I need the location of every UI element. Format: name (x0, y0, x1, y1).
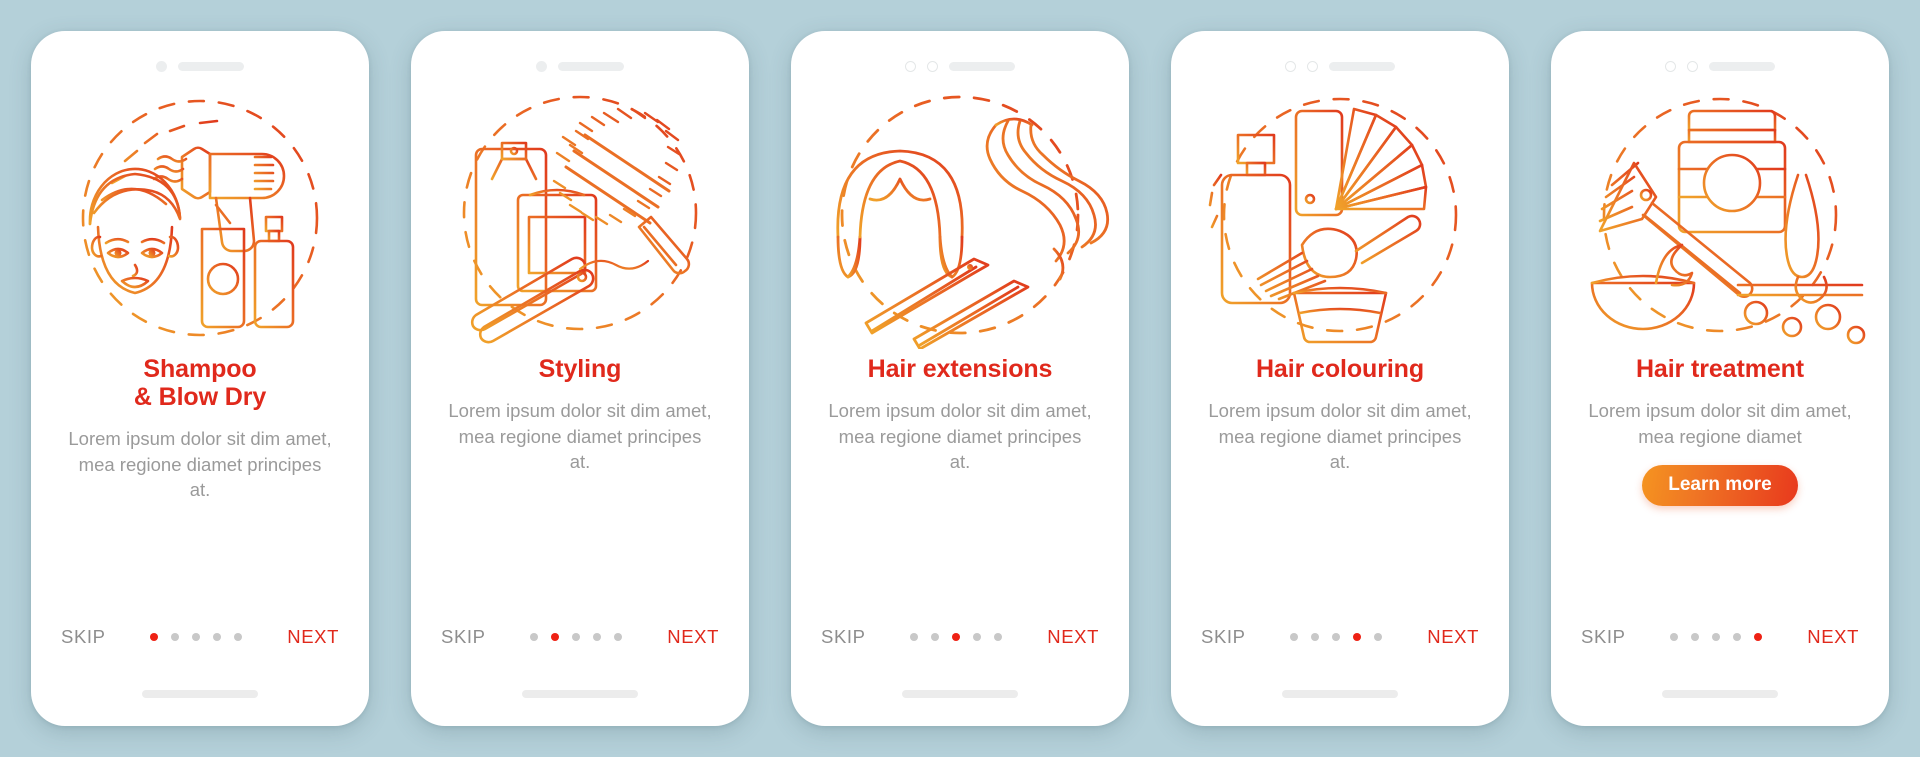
home-indicator[interactable] (522, 690, 638, 698)
pagination-dot-2[interactable] (931, 633, 940, 641)
pagination-dot-1[interactable] (910, 633, 919, 641)
onboarding-nav: SKIP NEXT (31, 626, 369, 648)
pagination-dot-5[interactable] (234, 633, 243, 641)
pagination-dots (530, 633, 623, 641)
skip-button[interactable]: SKIP (821, 626, 866, 648)
onboarding-nav: SKIP NEXT (1551, 626, 1889, 648)
pagination-dot-5[interactable] (614, 633, 623, 641)
sensor-ring-icon (1687, 60, 1698, 72)
next-button[interactable]: NEXT (1047, 626, 1099, 648)
camera-ring-icon (1285, 60, 1296, 72)
page-description: Lorem ipsum dolor sit dim amet, mea regi… (448, 400, 712, 473)
bottle-swatch-fan-tint-brush-bowl-illustration (1190, 87, 1490, 349)
onboarding-screen-hair-extensions: Hair extensions Lorem ipsum dolor sit di… (791, 31, 1129, 726)
pagination-dot-2[interactable] (1311, 633, 1320, 641)
onboarding-screens-board: Shampoo & Blow Dry Lorem ipsum dolor sit… (0, 0, 1920, 757)
sensor-ring-icon (1307, 60, 1318, 72)
page-title: Shampoo & Blow Dry (133, 355, 267, 411)
tint-brush-jar-bowl-follicle-illustration (1570, 87, 1870, 349)
screen-text-block: Shampoo & Blow Dry Lorem ipsum dolor sit… (31, 349, 369, 726)
next-button[interactable]: NEXT (667, 626, 719, 648)
wig-hair-strand-clips-illustration (810, 87, 1110, 349)
home-indicator[interactable] (1282, 690, 1398, 698)
pagination-dots (1290, 633, 1383, 641)
onboarding-screen-hair-colouring: Hair colouring Lorem ipsum dolor sit dim… (1171, 31, 1509, 726)
pagination-dots (910, 633, 1003, 641)
phone-notch (791, 49, 1129, 83)
page-title: Hair extensions (867, 355, 1053, 383)
page-description: Lorem ipsum dolor sit dim amet, mea regi… (68, 428, 332, 501)
pagination-dot-4[interactable] (213, 633, 222, 641)
onboarding-nav: SKIP NEXT (411, 626, 749, 648)
phone-notch (1171, 49, 1509, 83)
pagination-dot-2[interactable] (1691, 633, 1700, 641)
page-title: Hair colouring (1255, 355, 1425, 383)
pagination-dot-2[interactable] (171, 633, 180, 641)
speaker-bar-icon (558, 61, 624, 71)
pagination-dot-3[interactable] (572, 633, 581, 641)
pagination-dots (1670, 633, 1763, 641)
camera-ring-icon (905, 60, 916, 72)
pagination-dot-4[interactable] (1353, 633, 1362, 641)
pagination-dot-3[interactable] (192, 633, 201, 641)
speaker-bar-icon (178, 61, 244, 71)
pagination-dot-3[interactable] (1332, 633, 1341, 641)
speaker-bar-icon (949, 61, 1015, 71)
home-indicator[interactable] (1662, 690, 1778, 698)
skip-button[interactable]: SKIP (441, 626, 486, 648)
page-description: Lorem ipsum dolor sit dim amet, mea regi… (1208, 400, 1472, 473)
page-description: Lorem ipsum dolor sit dim amet, mea regi… (828, 400, 1092, 473)
page-title: Hair treatment (1635, 355, 1805, 383)
pagination-dot-5[interactable] (994, 633, 1003, 641)
pagination-dot-4[interactable] (1733, 633, 1742, 641)
sensor-ring-icon (927, 60, 938, 72)
onboarding-screen-shampoo-blow-dry: Shampoo & Blow Dry Lorem ipsum dolor sit… (31, 31, 369, 726)
speaker-bar-icon (1709, 61, 1775, 71)
phone-notch (31, 49, 369, 83)
next-button[interactable]: NEXT (1427, 626, 1479, 648)
pagination-dot-1[interactable] (530, 633, 539, 641)
pagination-dot-4[interactable] (593, 633, 602, 641)
page-title: Styling (538, 355, 622, 383)
hair-dryer-woman-towel-illustration (50, 87, 350, 349)
pagination-dot-1[interactable] (150, 633, 159, 641)
pagination-dot-5[interactable] (1374, 633, 1383, 641)
skip-button[interactable]: SKIP (61, 626, 106, 648)
onboarding-screen-styling: Styling Lorem ipsum dolor sit dim amet, … (411, 31, 749, 726)
skip-button[interactable]: SKIP (1581, 626, 1626, 648)
pagination-dots (150, 633, 243, 641)
home-indicator[interactable] (142, 690, 258, 698)
screen-text-block: Styling Lorem ipsum dolor sit dim amet, … (411, 349, 749, 726)
screen-text-block: Hair colouring Lorem ipsum dolor sit dim… (1171, 349, 1509, 726)
page-description: Lorem ipsum dolor sit dim amet, mea regi… (1588, 400, 1852, 447)
skip-button[interactable]: SKIP (1201, 626, 1246, 648)
speaker-bar-icon (1329, 61, 1395, 71)
pagination-dot-5[interactable] (1754, 633, 1763, 641)
phone-notch (1551, 49, 1889, 83)
pagination-dot-4[interactable] (973, 633, 982, 641)
next-button[interactable]: NEXT (287, 626, 339, 648)
screen-text-block: Hair treatment Lorem ipsum dolor sit dim… (1551, 349, 1889, 726)
screen-text-block: Hair extensions Lorem ipsum dolor sit di… (791, 349, 1129, 726)
camera-dot-icon (156, 60, 167, 72)
camera-dot-icon (536, 60, 547, 72)
onboarding-nav: SKIP NEXT (1171, 626, 1509, 648)
learn-more-button[interactable]: Learn more (1642, 465, 1798, 507)
spray-jar-brush-flat-iron-illustration (430, 87, 730, 349)
pagination-dot-2[interactable] (551, 633, 560, 641)
onboarding-nav: SKIP NEXT (791, 626, 1129, 648)
phone-notch (411, 49, 749, 83)
next-button[interactable]: NEXT (1807, 626, 1859, 648)
home-indicator[interactable] (902, 690, 1018, 698)
camera-ring-icon (1665, 60, 1676, 72)
pagination-dot-3[interactable] (1712, 633, 1721, 641)
onboarding-screen-hair-treatment: Hair treatment Lorem ipsum dolor sit dim… (1551, 31, 1889, 726)
pagination-dot-3[interactable] (952, 633, 961, 641)
pagination-dot-1[interactable] (1670, 633, 1679, 641)
pagination-dot-1[interactable] (1290, 633, 1299, 641)
